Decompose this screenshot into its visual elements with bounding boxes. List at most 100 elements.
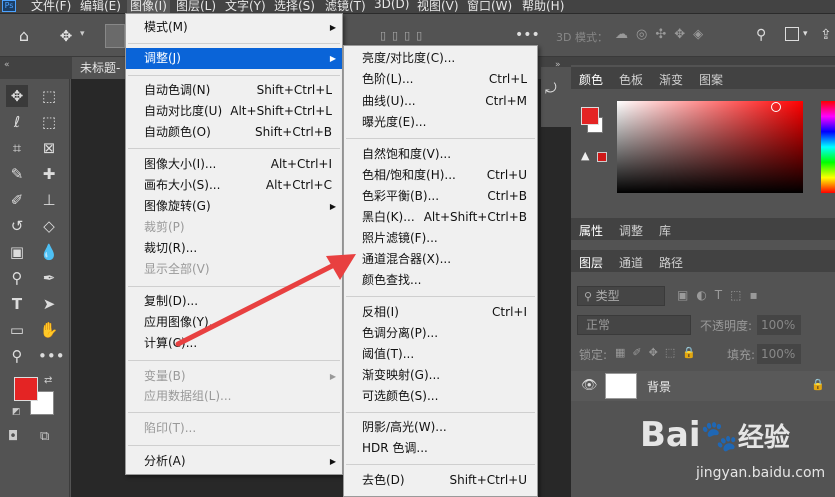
adjust-menu-item[interactable]: 渐变映射(G)... (344, 365, 537, 386)
adjust-panel-icon[interactable]: ⤾ (545, 81, 557, 97)
more-icon[interactable]: ••• (515, 27, 540, 43)
adjust-menu-item[interactable]: 色调分离(P)... (344, 323, 537, 344)
menu-type[interactable]: 文字(Y) (225, 0, 266, 14)
layer-filter-icons[interactable]: ▣◐T⬚▪ (677, 288, 766, 302)
collapse-icon[interactable]: « (4, 60, 10, 70)
hue-slider[interactable] (821, 101, 835, 193)
move-tool-icon[interactable]: ✥ (56, 27, 76, 45)
eyedropper-tool-icon[interactable]: ✎ (6, 163, 28, 185)
tab-adjustments[interactable]: 调整 (619, 222, 643, 239)
adjust-menu-item[interactable]: 阈值(T)... (344, 344, 537, 365)
workspace-button[interactable] (785, 27, 799, 41)
default-colors-icon[interactable]: ◩ (12, 407, 21, 417)
marquee-tool-icon[interactable]: ⬚ (38, 85, 60, 107)
menu-help[interactable]: 帮助(H) (522, 0, 564, 14)
menu-file[interactable]: 文件(F) (31, 0, 71, 14)
adjust-menu-item[interactable]: 色阶(L)... Ctrl+L (344, 69, 537, 90)
panel-fg-color-swatch[interactable] (581, 107, 599, 125)
menu-layer[interactable]: 图层(L) (176, 0, 216, 14)
adjust-menu-item[interactable]: 反相(I) Ctrl+I (344, 302, 537, 323)
screen-mode-icon[interactable]: ⧉ (40, 429, 49, 444)
tab-channels[interactable]: 通道 (619, 254, 643, 271)
adjust-menu-item[interactable]: 亮度/对比度(C)... (344, 48, 537, 69)
image-menu-item[interactable]: 分析(A) ▶ (126, 451, 342, 472)
image-menu-item[interactable]: 模式(M) ▶ (126, 17, 342, 38)
layer-name[interactable]: 背景 (647, 378, 671, 395)
gradient-tool-icon[interactable]: ▣ (6, 241, 28, 263)
history-brush-tool-icon[interactable]: ↺ (6, 215, 28, 237)
tab-swatches[interactable]: 色板 (619, 71, 643, 88)
tab-patterns[interactable]: 图案 (699, 71, 723, 88)
image-menu-item[interactable]: 画布大小(S)... Alt+Ctrl+C (126, 175, 342, 196)
image-menu-item[interactable]: 图像旋转(G) ▶ (126, 196, 342, 217)
adjust-menu-item[interactable]: 去色(D) Shift+Ctrl+U (344, 470, 537, 491)
menu-filter[interactable]: 滤镜(T) (325, 0, 366, 14)
menu-edit[interactable]: 编辑(E) (80, 0, 121, 14)
pen-tool-icon[interactable]: ✒ (38, 267, 60, 289)
tab-libraries[interactable]: 库 (659, 222, 671, 239)
healing-brush-tool-icon[interactable]: ✚ (38, 163, 60, 185)
object-select-tool-icon[interactable]: ⬚ (38, 111, 60, 133)
type-tool-icon[interactable]: T (6, 293, 28, 315)
opacity-field[interactable]: 100% (757, 315, 801, 335)
color-picker-field[interactable] (617, 101, 803, 193)
chevron-down-icon[interactable]: ▾ (80, 29, 85, 39)
frame-tool-icon[interactable]: ⊠ (38, 137, 60, 159)
blend-mode-select[interactable]: 正常 (577, 315, 691, 335)
foreground-color-swatch[interactable] (14, 377, 38, 401)
zoom-tool-icon[interactable]: ⚲ (6, 345, 28, 367)
image-menu-item[interactable]: 自动对比度(U) Alt+Shift+Ctrl+L (126, 101, 342, 122)
visibility-eye-icon[interactable]: 👁 (581, 378, 598, 393)
move-tool-icon[interactable]: ✥ (6, 85, 28, 107)
image-menu-item[interactable]: 自动颜色(O) Shift+Ctrl+B (126, 122, 342, 143)
path-select-tool-icon[interactable]: ➤ (38, 293, 60, 315)
adjust-menu-item[interactable]: HDR 色调... (344, 438, 537, 459)
brush-tool-icon[interactable]: ✐ (6, 189, 28, 211)
share-icon[interactable]: ⇪ (820, 27, 832, 43)
tab-layers[interactable]: 图层 (579, 254, 603, 271)
adjust-menu-item[interactable]: 自然饱和度(V)... (344, 144, 537, 165)
layer-filter-select[interactable]: ⚲ 类型 (577, 286, 665, 306)
rectangle-tool-icon[interactable]: ▭ (6, 319, 28, 341)
home-icon[interactable]: ⌂ (14, 27, 34, 45)
tab-color[interactable]: 颜色 (579, 71, 603, 88)
adjust-menu-item[interactable]: 色相/饱和度(H)... Ctrl+U (344, 165, 537, 186)
menu-3d[interactable]: 3D(D) (374, 0, 409, 11)
orbit-3d-icons[interactable]: ☁◎✣✥◈ (615, 27, 711, 42)
swap-colors-icon[interactable]: ⇄ (44, 375, 52, 386)
hand-tool-icon[interactable]: ✋ (38, 319, 60, 341)
tab-gradients[interactable]: 渐变 (659, 71, 683, 88)
tab-properties[interactable]: 属性 (579, 222, 603, 239)
adjust-menu-item[interactable]: 色彩平衡(B)... Ctrl+B (344, 186, 537, 207)
color-picker-cursor[interactable] (771, 102, 781, 112)
tab-paths[interactable]: 路径 (659, 254, 683, 271)
menu-image[interactable]: 图像(I) (127, 0, 170, 14)
blur-tool-icon[interactable]: 💧 (38, 241, 60, 263)
menu-view[interactable]: 视图(V) (417, 0, 459, 14)
image-menu-item[interactable]: 图像大小(I)... Alt+Ctrl+I (126, 154, 342, 175)
fill-field[interactable]: 100% (757, 344, 801, 364)
lock-icons[interactable]: ▦✐✥⬚🔒 (615, 346, 703, 359)
eraser-tool-icon[interactable]: ◇ (38, 215, 60, 237)
adjust-menu-item[interactable]: 照片滤镜(F)... (344, 228, 537, 249)
dodge-tool-icon[interactable]: ⚲ (6, 267, 28, 289)
lasso-tool-icon[interactable]: ℓ (6, 111, 28, 133)
adjust-menu-item[interactable]: 曲线(U)... Ctrl+M (344, 91, 537, 112)
menu-window[interactable]: 窗口(W) (467, 0, 512, 14)
menu-select[interactable]: 选择(S) (274, 0, 315, 14)
adjust-menu-item[interactable]: 曝光度(E)... (344, 112, 537, 133)
quick-mask-icon[interactable]: ◘ (8, 429, 18, 444)
image-menu-item[interactable]: 调整(J) ▶ (126, 48, 342, 69)
warning-icon[interactable]: ▲ (581, 149, 589, 162)
more-tools-icon[interactable]: ••• (38, 345, 65, 367)
document-tab[interactable]: 未标题- (72, 57, 132, 79)
clone-stamp-tool-icon[interactable]: ⊥ (38, 189, 60, 211)
adjust-menu-item[interactable]: 阴影/高光(W)... (344, 417, 537, 438)
adjust-menu-item[interactable]: 黑白(K)... Alt+Shift+Ctrl+B (344, 207, 537, 228)
layer-row[interactable]: 👁 背景 🔒 (571, 371, 835, 401)
search-icon[interactable]: ⚲ (756, 27, 766, 43)
adjust-menu-item[interactable]: 可选颜色(S)... (344, 386, 537, 407)
chevron-down-icon[interactable]: ▾ (803, 29, 808, 39)
crop-tool-icon[interactable]: ⌗ (6, 137, 28, 159)
auto-select-button[interactable] (105, 24, 125, 48)
